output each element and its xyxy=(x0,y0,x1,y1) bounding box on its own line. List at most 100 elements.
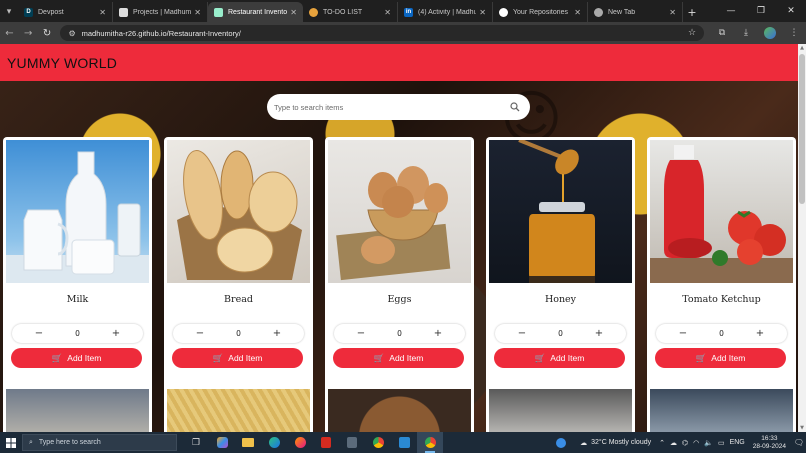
notification-icon[interactable]: 🗨 xyxy=(792,438,806,447)
close-tab-icon[interactable]: ✕ xyxy=(574,8,581,17)
quantity-value[interactable]: 0 xyxy=(397,329,402,338)
product-image xyxy=(489,389,632,432)
brand-title: YUMMY WORLD xyxy=(7,54,118,71)
language-indicator[interactable]: ENG xyxy=(730,439,745,447)
add-item-button[interactable]: 🛒 Add Item xyxy=(494,348,625,368)
add-item-button[interactable]: 🛒 Add Item xyxy=(333,348,464,368)
quantity-value[interactable]: 0 xyxy=(236,329,241,338)
chevron-up-icon[interactable]: ⌃ xyxy=(659,439,665,447)
new-tab-button[interactable]: + xyxy=(683,2,701,22)
network-icon[interactable]: ⌬ xyxy=(682,439,688,447)
reload-icon[interactable]: ↻ xyxy=(38,22,57,44)
close-window-icon[interactable]: ✕ xyxy=(776,0,806,22)
restore-icon[interactable]: ❐ xyxy=(746,0,776,22)
page-scrollbar[interactable]: ▲ ▼ xyxy=(798,44,806,432)
tab-search-icon[interactable]: ▾ xyxy=(0,2,18,22)
increment-button[interactable]: + xyxy=(433,328,443,339)
add-item-button[interactable]: 🛒 Add Item xyxy=(655,348,786,368)
bread-image xyxy=(167,140,310,283)
close-tab-icon[interactable]: ✕ xyxy=(194,8,201,17)
decrement-button[interactable]: − xyxy=(517,328,527,339)
calculator-icon[interactable] xyxy=(339,432,365,453)
search-icon[interactable] xyxy=(509,102,520,113)
product-image xyxy=(167,389,310,432)
close-tab-icon[interactable]: ✕ xyxy=(479,8,486,17)
tab-restaurant-inventory[interactable]: Restaurant Inventory ✕ xyxy=(208,2,303,22)
tab-todo[interactable]: TO-DO LIST ✕ xyxy=(303,2,398,22)
product-image xyxy=(6,389,149,432)
extensions-icon[interactable]: ⧉ xyxy=(710,27,734,39)
scrollbar-thumb[interactable] xyxy=(799,54,805,204)
weather-widget[interactable]: ☁ 32°C Mostly cloudy xyxy=(580,439,651,447)
cloud-sync-icon[interactable]: ☁ xyxy=(670,439,677,447)
product-card-bread: Bread − 0 + 🛒 Add Item xyxy=(164,137,313,417)
add-item-label: Add Item xyxy=(67,353,102,363)
scroll-up-icon[interactable]: ▲ xyxy=(798,44,806,52)
firefox-icon[interactable] xyxy=(287,432,313,453)
battery-icon[interactable]: ▭ xyxy=(718,439,725,447)
tab-title: Devpost xyxy=(38,8,64,16)
minimize-icon[interactable]: — xyxy=(716,0,746,22)
browser-toolbar: ← → ↻ ⚙ madhumitha-r26.github.io/Restaur… xyxy=(0,22,806,44)
scroll-down-icon[interactable]: ▼ xyxy=(798,424,806,432)
close-tab-icon[interactable]: ✕ xyxy=(669,8,676,17)
url-text[interactable]: madhumitha-r26.github.io/Restaurant-Inve… xyxy=(82,29,688,38)
github-pages-icon xyxy=(214,7,223,17)
quantity-stepper: − 0 + xyxy=(495,324,626,343)
decrement-button[interactable]: − xyxy=(678,328,688,339)
tab-devpost[interactable]: D Devpost ✕ xyxy=(18,2,113,22)
copilot-icon[interactable] xyxy=(209,432,235,453)
increment-button[interactable]: + xyxy=(594,328,604,339)
product-card-partial xyxy=(3,386,152,432)
add-item-label: Add Item xyxy=(550,353,585,363)
decrement-button[interactable]: − xyxy=(34,328,44,339)
close-tab-icon[interactable]: ✕ xyxy=(384,8,391,17)
search-input[interactable] xyxy=(274,102,509,112)
cart-icon: 🛒 xyxy=(212,352,224,363)
bookmark-star-icon[interactable]: ☆ xyxy=(688,28,696,38)
chrome-active-icon[interactable] xyxy=(417,432,443,453)
edge-icon[interactable] xyxy=(261,432,287,453)
download-icon[interactable]: ⤓ xyxy=(734,27,758,39)
menu-kebab-icon[interactable]: ⋮ xyxy=(782,27,806,39)
copilot-tray-icon[interactable] xyxy=(556,437,567,448)
file-explorer-icon[interactable] xyxy=(235,432,261,453)
add-item-button[interactable]: 🛒 Add Item xyxy=(172,348,303,368)
increment-button[interactable]: + xyxy=(111,328,121,339)
site-info-icon[interactable]: ⚙ xyxy=(68,29,75,38)
wifi-icon[interactable]: ◠ xyxy=(693,439,699,447)
close-tab-icon[interactable]: ✕ xyxy=(290,8,297,17)
eggs-image xyxy=(328,140,471,283)
forward-icon[interactable]: → xyxy=(19,22,38,44)
add-item-button[interactable]: 🛒 Add Item xyxy=(11,348,142,368)
back-icon[interactable]: ← xyxy=(0,22,19,44)
decrement-button[interactable]: − xyxy=(195,328,205,339)
chrome-icon[interactable] xyxy=(365,432,391,453)
quantity-stepper: − 0 + xyxy=(12,324,143,343)
tab-linkedin[interactable]: in (4) Activity | Madhum ✕ xyxy=(398,2,493,22)
increment-button[interactable]: + xyxy=(272,328,282,339)
quantity-value[interactable]: 0 xyxy=(75,329,80,338)
tab-new-tab[interactable]: New Tab ✕ xyxy=(588,2,683,22)
tab-github[interactable]: Your Repositories ✕ xyxy=(493,2,588,22)
tab-title: New Tab xyxy=(608,8,636,16)
acrobat-icon[interactable] xyxy=(313,432,339,453)
volume-icon[interactable]: 🔈 xyxy=(704,439,713,447)
quantity-value[interactable]: 0 xyxy=(558,329,563,338)
windows-start-icon[interactable] xyxy=(0,432,22,453)
search-bar[interactable] xyxy=(267,94,530,120)
task-view-icon[interactable]: ❐ xyxy=(183,432,209,453)
tab-title: (4) Activity | Madhum xyxy=(418,8,476,16)
increment-button[interactable]: + xyxy=(755,328,765,339)
address-bar[interactable]: ⚙ madhumitha-r26.github.io/Restaurant-In… xyxy=(60,25,705,41)
vscode-icon[interactable] xyxy=(391,432,417,453)
close-tab-icon[interactable]: ✕ xyxy=(99,8,106,17)
avatar[interactable] xyxy=(764,27,777,39)
tab-title: Your Repositories xyxy=(513,8,568,16)
quantity-value[interactable]: 0 xyxy=(719,329,724,338)
quantity-stepper: − 0 + xyxy=(334,324,465,343)
clock[interactable]: 16:33 28-09-2024 xyxy=(753,435,786,451)
decrement-button[interactable]: − xyxy=(356,328,366,339)
tab-projects[interactable]: Projects | Madhumith ✕ xyxy=(113,2,208,22)
taskbar-search[interactable]: ⌕ Type here to search xyxy=(22,434,177,451)
